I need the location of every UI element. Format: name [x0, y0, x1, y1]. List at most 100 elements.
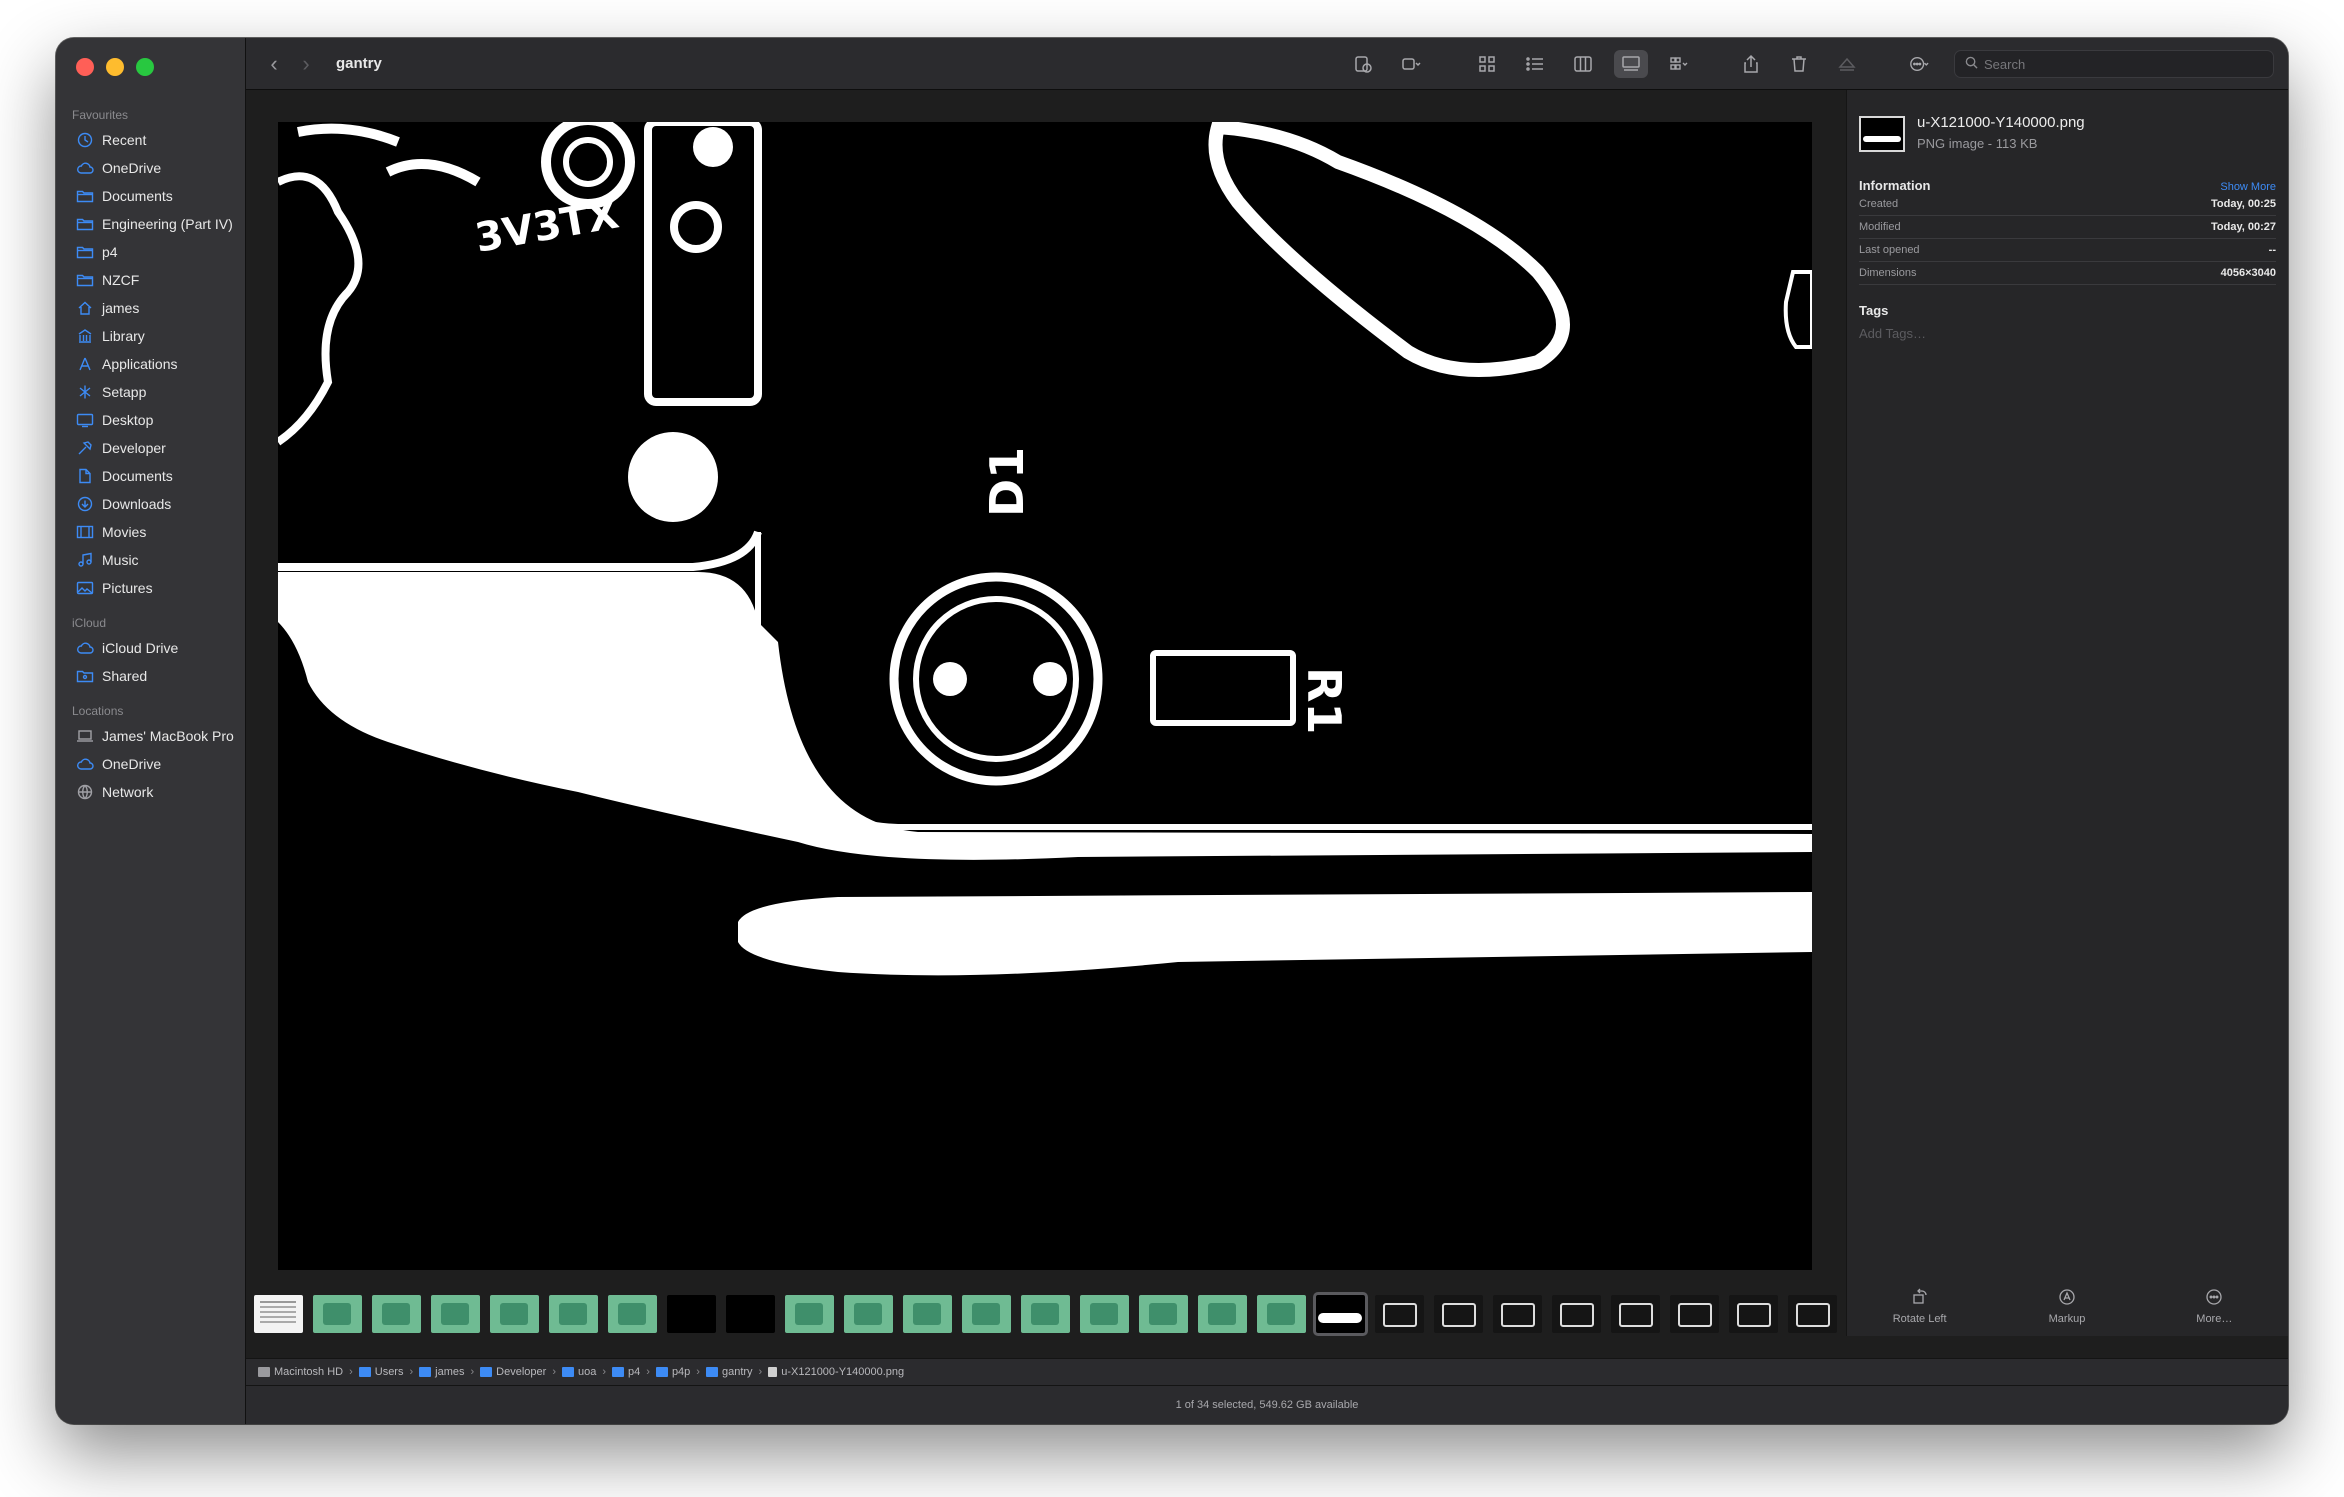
more-button[interactable]: More…: [2174, 1288, 2254, 1325]
sidebar-item-onedrive[interactable]: OneDrive: [56, 750, 245, 778]
sidebar-item-music[interactable]: Music: [56, 546, 245, 574]
group-by-menu-icon[interactable]: [1662, 50, 1696, 78]
thumbnail[interactable]: [1611, 1295, 1660, 1333]
thumbnail[interactable]: [549, 1295, 598, 1333]
add-tags-field[interactable]: Add Tags…: [1859, 326, 2276, 341]
sidebar-item-james-macbook-pro[interactable]: James' MacBook Pro: [56, 722, 245, 750]
sidebar-section-favourites: Favourites: [72, 108, 129, 122]
sidebar-item-documents[interactable]: Documents: [56, 462, 245, 490]
folder-icon: [480, 1367, 493, 1377]
sidebar-item-nzcf[interactable]: NZCF: [56, 266, 245, 294]
thumbnail[interactable]: [844, 1295, 893, 1333]
sidebar-item-icloud-drive[interactable]: iCloud Drive: [56, 634, 245, 662]
thumbnail[interactable]: [313, 1295, 362, 1333]
thumbnail-strip: [246, 1288, 1846, 1340]
sidebar-item-label: iCloud Drive: [102, 640, 179, 656]
cloud-icon: [76, 640, 94, 656]
minimize-window-button[interactable]: [106, 58, 124, 76]
applications-icon: [76, 356, 94, 372]
status-bar: 1 of 34 selected, 549.62 GB available: [246, 1386, 2288, 1424]
folder-icon: [612, 1367, 625, 1377]
zoom-window-button[interactable]: [136, 58, 154, 76]
path-crumb-uoa[interactable]: uoa: [561, 1366, 596, 1378]
setapp-icon: [76, 384, 94, 400]
sidebar-item-pictures[interactable]: Pictures: [56, 574, 245, 602]
quick-actions: Rotate Left Markup More…: [1846, 1288, 2288, 1340]
thumbnail[interactable]: [372, 1295, 421, 1333]
path-crumb-users[interactable]: Users: [358, 1366, 403, 1378]
thumbnail-selected[interactable]: [1313, 1292, 1368, 1336]
thumbnail[interactable]: [490, 1295, 539, 1333]
trash-icon[interactable]: [1782, 50, 1816, 78]
path-crumb-p4[interactable]: p4: [612, 1366, 640, 1378]
back-button[interactable]: ‹: [258, 51, 290, 77]
share-icon[interactable]: [1734, 50, 1768, 78]
thumbnail[interactable]: [1080, 1295, 1129, 1333]
sidebar-item-shared[interactable]: Shared: [56, 662, 245, 690]
column-view-icon[interactable]: [1566, 50, 1600, 78]
path-crumb-label: p4: [628, 1366, 641, 1378]
image-preview[interactable]: D1 R1 3V3TX: [278, 122, 1812, 1270]
search-input[interactable]: [1984, 56, 2254, 72]
sidebar-item-library[interactable]: Library: [56, 322, 245, 350]
sidebar-item-documents[interactable]: Documents: [56, 182, 245, 210]
sidebar-item-developer[interactable]: Developer: [56, 434, 245, 462]
thumbnail[interactable]: [608, 1295, 657, 1333]
sidebar-item-desktop[interactable]: Desktop: [56, 406, 245, 434]
thumbnail[interactable]: [785, 1295, 834, 1333]
path-crumb-u-x121000-y140000-png[interactable]: u-X121000-Y140000.png: [768, 1366, 904, 1378]
path-crumb-developer[interactable]: Developer: [480, 1366, 546, 1378]
thumbnail[interactable]: [1139, 1295, 1188, 1333]
thumbnail[interactable]: [1552, 1295, 1601, 1333]
sidebar-item-p4[interactable]: p4: [56, 238, 245, 266]
thumbnail[interactable]: [726, 1295, 775, 1333]
list-view-icon[interactable]: [1518, 50, 1552, 78]
path-bar: Macintosh HD › Users › james › Developer › uoa › p…: [246, 1358, 2288, 1386]
sidebar-item-engineering-part-iv[interactable]: Engineering (Part IV): [56, 210, 245, 238]
thumbnail[interactable]: [1257, 1295, 1306, 1333]
sidebar-item-applications[interactable]: Applications: [56, 350, 245, 378]
path-separator: ›: [758, 1366, 763, 1378]
thumbnail[interactable]: [1375, 1295, 1424, 1333]
toolbar-right: [1346, 38, 2274, 90]
thumbnail[interactable]: [962, 1295, 1011, 1333]
sidebar-item-onedrive[interactable]: OneDrive: [56, 154, 245, 182]
sidebar-item-label: Engineering (Part IV): [102, 216, 233, 232]
thumbnail[interactable]: [667, 1295, 716, 1333]
sidebar-item-movies[interactable]: Movies: [56, 518, 245, 546]
thumbnail[interactable]: [1434, 1295, 1483, 1333]
search-field[interactable]: [1954, 50, 2274, 78]
thumbnail[interactable]: [1788, 1295, 1837, 1333]
thumbnail[interactable]: [431, 1295, 480, 1333]
thumbnail[interactable]: [1021, 1295, 1070, 1333]
path-crumb-macintosh-hd[interactable]: Macintosh HD: [258, 1366, 343, 1378]
path-crumb-james[interactable]: james: [419, 1366, 465, 1378]
thumbnail[interactable]: [254, 1295, 303, 1333]
thumbnail[interactable]: [1670, 1295, 1719, 1333]
action-menu-icon[interactable]: [1902, 50, 1936, 78]
sidebar-item-network[interactable]: Network: [56, 778, 245, 806]
thumbnail[interactable]: [903, 1295, 952, 1333]
sidebar-item-james[interactable]: james: [56, 294, 245, 322]
new-folder-menu-icon[interactable]: [1394, 50, 1428, 78]
sidebar-item-label: Movies: [102, 524, 147, 540]
path-crumb-gantry[interactable]: gantry: [705, 1366, 753, 1378]
thumbnail[interactable]: [1198, 1295, 1247, 1333]
thumbnail[interactable]: [1729, 1295, 1778, 1333]
sidebar-item-setapp[interactable]: Setapp: [56, 378, 245, 406]
path-separator: ›: [349, 1366, 353, 1378]
icon-view-icon[interactable]: [1470, 50, 1504, 78]
tag-files-icon[interactable]: [1346, 50, 1380, 78]
download-icon: [76, 496, 94, 512]
sidebar-item-downloads[interactable]: Downloads: [56, 490, 245, 518]
close-window-button[interactable]: [76, 58, 94, 76]
rotate-left-button[interactable]: Rotate Left: [1880, 1288, 1960, 1325]
sidebar-item-recent[interactable]: Recent: [56, 126, 245, 154]
eject-icon[interactable]: [1830, 50, 1864, 78]
thumbnail[interactable]: [1493, 1295, 1542, 1333]
forward-button[interactable]: ›: [290, 51, 322, 77]
path-crumb-p4p[interactable]: p4p: [655, 1366, 690, 1378]
show-more-link[interactable]: Show More: [2220, 181, 2276, 193]
gallery-view-icon[interactable]: [1614, 50, 1648, 78]
markup-button[interactable]: Markup: [2027, 1288, 2107, 1325]
